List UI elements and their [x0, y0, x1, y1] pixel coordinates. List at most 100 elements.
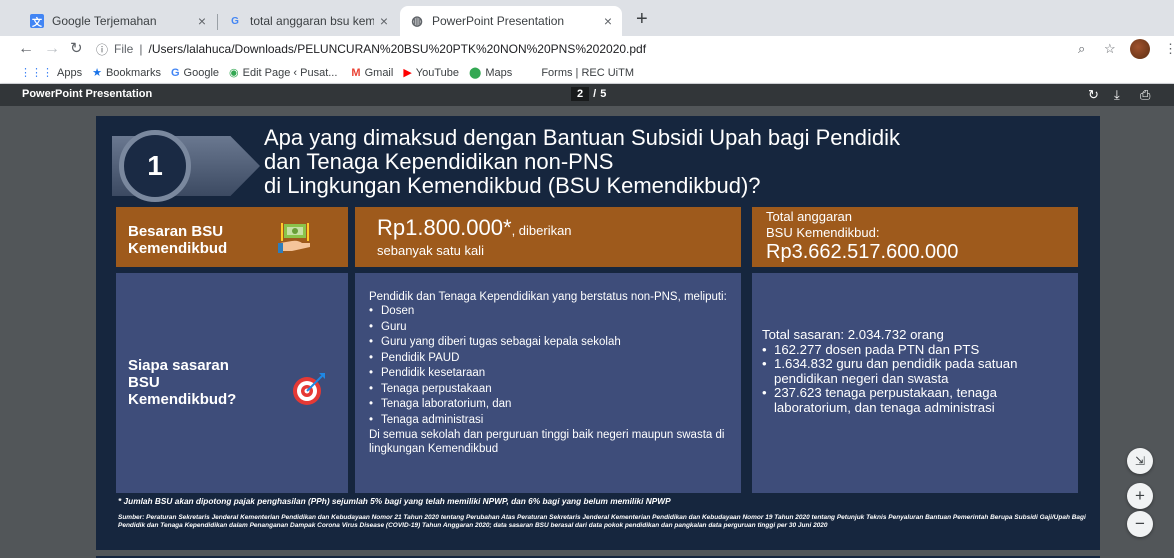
target-intro: Pendidik dan Tenaga Kependidikan yang be… — [369, 291, 727, 303]
youtube-icon: ▶ — [403, 67, 412, 79]
label-line: Kemendikbud — [128, 240, 228, 257]
print-icon[interactable]: ⎙ — [1140, 87, 1150, 103]
slide-number-badge: 1 — [119, 130, 191, 202]
label-line: Besaran BSU — [128, 223, 224, 240]
label-line: Siapa sasaran — [128, 357, 229, 374]
bookmark-label: Bookmarks — [105, 66, 161, 79]
amount-note: sebanyak satu kali — [377, 243, 484, 258]
edit-page-icon: ◉ — [229, 67, 239, 79]
target-question-box: Siapa sasaran BSU Kemendikbud? — [116, 273, 348, 493]
close-icon[interactable]: × — [604, 13, 612, 29]
rotate-icon[interactable]: ↻ — [1088, 87, 1099, 103]
menu-icon[interactable]: ⋮ — [1164, 41, 1174, 57]
close-icon[interactable]: × — [380, 13, 388, 29]
budget-box: Total anggaran BSU Kemendikbud: Rp3.662.… — [752, 207, 1078, 267]
info-icon[interactable]: ⓘ — [96, 41, 108, 58]
forward-arrow-icon[interactable]: → — [44, 40, 60, 58]
bookmark-label: Apps — [57, 66, 83, 79]
fit-page-icon: ⇲ — [1134, 454, 1146, 468]
close-icon[interactable]: × — [198, 13, 206, 29]
target-groups-list: Dosen Guru Guru yang diberi tugas sebaga… — [369, 304, 735, 428]
tab-strip: 文 Google Terjemahan × G total anggaran b… — [0, 0, 1174, 36]
label-line: BSU — [128, 374, 160, 391]
pdf-title: PowerPoint Presentation — [22, 88, 153, 100]
reload-icon[interactable]: ↻ — [70, 40, 83, 58]
bookmark-bookmarks[interactable]: ★ Bookmarks — [92, 66, 161, 80]
target-groups-box: Pendidik dan Tenaga Kependidikan yang be… — [355, 273, 741, 493]
tax-footnote: * Jumlah BSU akan dipotong pajak penghas… — [118, 496, 671, 506]
bookmark-label: YouTube — [415, 66, 460, 79]
bookmark-label: Forms | REC UiTM — [541, 66, 634, 79]
bookmarks-bar: ⋮⋮⋮ Apps ★ Bookmarks G Google ◉ Edit Pag… — [0, 62, 1174, 84]
label-line: Kemendikbud? — [128, 391, 237, 408]
source-note: Sumber: Peraturan Sekretaris Jenderal Ke… — [118, 514, 1086, 529]
page-number-input[interactable]: 2 — [571, 87, 590, 101]
budget-label-line2: BSU Kemendikbud: — [766, 225, 880, 240]
tab-google-translate[interactable]: 文 Google Terjemahan × — [20, 6, 216, 36]
download-icon[interactable]: ⤓ — [1114, 87, 1120, 103]
bookmark-label: Google — [183, 66, 220, 79]
back-arrow-icon[interactable]: ← — [18, 40, 34, 58]
list-item: Pendidik PAUD — [369, 351, 735, 367]
zoom-out-button[interactable]: − — [1127, 511, 1153, 537]
bookmark-forms[interactable]: Forms | REC UiTM — [534, 67, 634, 79]
target-icon — [293, 373, 325, 405]
zoom-icon[interactable]: ⌕ — [1078, 41, 1085, 57]
bookmark-star-icon[interactable]: ☆ — [1104, 41, 1116, 57]
pdf-viewer[interactable]: 1 Apa yang dimaksud dengan Bantuan Subsi… — [0, 106, 1174, 558]
bookmark-google[interactable]: G Google — [171, 67, 219, 79]
amount-value: Rp1.800.000* — [377, 215, 512, 240]
list-item: Tenaga laboratorium, dan — [369, 397, 735, 413]
apps-grid-icon: ⋮⋮⋮ — [20, 67, 53, 79]
bookmark-edit-page[interactable]: ◉ Edit Page ‹ Pusat... — [229, 66, 337, 80]
address-bar[interactable]: ⓘ File | /Users/lalahuca/Downloads/PELUN… — [96, 38, 646, 60]
gmail-icon: M — [351, 66, 361, 79]
budget-label-line1: Total anggaran — [766, 209, 853, 224]
pdf-toolbar: PowerPoint Presentation 2 / 5 ↻ ⤓ ⎙ — [0, 84, 1174, 106]
besaran-label: Besaran BSU Kemendikbud — [128, 223, 227, 257]
amount-box: Rp1.800.000*, diberikan sebanyak satu ka… — [355, 207, 741, 267]
slide-heading: Apa yang dimaksud dengan Bantuan Subsidi… — [264, 126, 1084, 198]
google-icon: G — [231, 15, 239, 27]
target-outro: Di semua sekolah dan perguruan tinggi ba… — [369, 429, 725, 455]
google-icon: G — [170, 66, 180, 79]
amount-suffix: , diberikan — [511, 223, 572, 238]
target-groups-text: Pendidik dan Tenaga Kependidikan yang be… — [369, 290, 735, 456]
bookmark-label: Maps — [485, 66, 513, 79]
bookmark-apps[interactable]: ⋮⋮⋮ Apps — [20, 66, 83, 80]
list-item: Tenaga administrasi — [369, 413, 735, 429]
list-item: 1.634.832 guru dan pendidik pada satuan … — [762, 356, 1074, 386]
avatar[interactable] — [1130, 39, 1150, 59]
target-totals-box: Total sasaran: 2.034.732 orang 162.277 d… — [752, 273, 1078, 493]
zoom-in-button[interactable]: + — [1127, 483, 1153, 509]
bookmark-youtube[interactable]: ▶ YouTube — [403, 66, 460, 80]
list-item: Guru yang diberi tugas sebagai kepala se… — [369, 335, 735, 351]
url-text[interactable]: /Users/lalahuca/Downloads/PELUNCURAN%20B… — [148, 42, 646, 56]
bsu-amount: Rp1.800.000*, diberikan — [377, 215, 572, 241]
slide-page: 1 Apa yang dimaksud dengan Bantuan Subsi… — [96, 116, 1100, 550]
bookmark-maps[interactable]: ⬤ Maps — [469, 66, 513, 80]
list-item: Guru — [369, 320, 735, 336]
list-item: 237.623 tenaga perpustakaan, tenaga labo… — [762, 385, 1074, 415]
tab-title: Google Terjemahan — [52, 14, 157, 28]
globe-icon: ◍ — [411, 13, 423, 28]
page-indicator: 2 / 5 — [571, 87, 606, 101]
tab-google-search[interactable]: G total anggaran bsu kemdikbud × — [218, 6, 398, 36]
fit-page-button[interactable]: ⇲ — [1127, 448, 1153, 474]
tab-title: total anggaran bsu kemdikbud — [250, 14, 374, 28]
forms-icon — [534, 67, 537, 79]
list-item: Pendidik kesetaraan — [369, 366, 735, 382]
list-item: Tenaga perpustakaan — [369, 382, 735, 398]
list-item: Dosen — [369, 304, 735, 320]
scheme-label: File — [114, 42, 134, 56]
target-question-label: Siapa sasaran BSU Kemendikbud? — [128, 357, 268, 408]
bookmark-gmail[interactable]: M Gmail — [351, 67, 393, 79]
minus-icon: − — [1135, 514, 1145, 533]
google-translate-icon: 文 — [30, 14, 44, 29]
new-tab-button[interactable]: + — [636, 8, 648, 31]
target-total: Total sasaran: 2.034.732 orang — [762, 327, 944, 342]
tab-powerpoint-presentation[interactable]: ◍ PowerPoint Presentation × — [400, 6, 622, 36]
heading-line: dan Tenaga Kependidikan non-PNS — [264, 149, 614, 174]
plus-icon: + — [1135, 486, 1145, 505]
total-pages: 5 — [600, 88, 607, 100]
